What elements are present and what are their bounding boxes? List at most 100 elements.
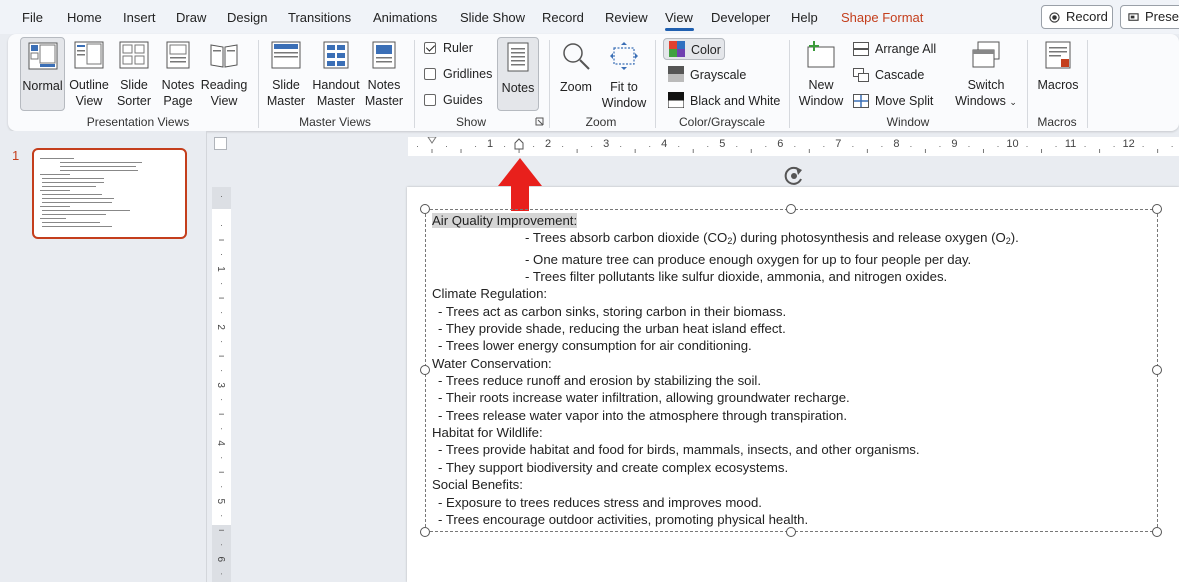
bullet-line: - Trees reduce runoff and erosion by sta… xyxy=(438,373,762,389)
tab-selector[interactable] xyxy=(214,137,227,150)
ruler-number: 4 xyxy=(661,138,667,150)
menu-bar: File Home Insert Draw Design Transitions… xyxy=(0,0,1179,34)
bullet-line: - Trees absorb carbon dioxide (CO2) duri… xyxy=(525,230,1019,247)
horizontal-ruler[interactable]: 1 2 3 4 5 6 7 8 9 10 11 12 xyxy=(408,137,1179,156)
new-window-button[interactable]: New Window xyxy=(797,41,845,109)
menu-view[interactable]: View xyxy=(665,10,693,25)
resize-handle-bottom-right[interactable] xyxy=(1152,527,1162,537)
resize-handle-bottom[interactable] xyxy=(786,527,796,537)
black-and-white-button[interactable]: Black and White xyxy=(668,90,780,112)
menu-slide-show[interactable]: Slide Show xyxy=(460,10,525,25)
presentation-views-group-label: Presentation Views xyxy=(86,115,190,129)
black-white-icon xyxy=(668,92,684,108)
record-button-label: Record xyxy=(1066,9,1108,24)
switch-windows-icon xyxy=(972,41,1000,68)
rotate-handle-icon[interactable] xyxy=(782,164,806,188)
ruler-number: 8 xyxy=(893,138,899,150)
guides-checkbox[interactable]: Guides xyxy=(424,93,483,107)
color-label: Color xyxy=(691,43,721,57)
slide-title: Air Quality Improvement: xyxy=(432,213,578,228)
color-button[interactable]: Color xyxy=(663,38,725,60)
menu-developer[interactable]: Developer xyxy=(711,10,770,25)
macros-icon xyxy=(1045,41,1071,69)
normal-view-button[interactable]: Normal xyxy=(20,37,65,111)
ruler-number: 10 xyxy=(1006,138,1018,150)
menu-animations[interactable]: Animations xyxy=(373,10,437,25)
arrange-all-button[interactable]: Arrange All xyxy=(853,38,936,60)
handout-master-button[interactable]: Handout Master xyxy=(310,41,362,109)
grayscale-button[interactable]: Grayscale xyxy=(668,64,746,86)
handout-master-icon xyxy=(323,41,349,69)
menu-help[interactable]: Help xyxy=(791,10,818,25)
zoom-magnifier-icon xyxy=(563,43,590,70)
fit-to-window-button[interactable]: Fit to Window xyxy=(599,41,649,111)
vertical-ruler[interactable]: 1 2 3 4 5 6 xyxy=(212,187,231,582)
record-button[interactable]: Record xyxy=(1041,5,1113,29)
resize-handle-top-right[interactable] xyxy=(1152,204,1162,214)
bullet-line: - Trees lower energy consumption for air… xyxy=(438,338,752,354)
menu-design[interactable]: Design xyxy=(227,10,267,25)
handout-master-label: Handout Master xyxy=(312,78,360,108)
macros-button[interactable]: Macros xyxy=(1035,41,1081,93)
notes-master-button[interactable]: Notes Master xyxy=(364,41,404,109)
cascade-button[interactable]: Cascade xyxy=(853,64,924,86)
bullet-line: - Their roots increase water infiltratio… xyxy=(438,390,850,406)
ruler-number: 2 xyxy=(215,324,226,330)
menu-draw[interactable]: Draw xyxy=(176,10,206,25)
bullet-line: - Trees release water vapor into the atm… xyxy=(438,407,848,423)
title-line: Air Quality Improvement: xyxy=(432,212,1152,229)
notes-toggle-button[interactable]: Notes xyxy=(497,37,539,111)
separator xyxy=(789,40,790,128)
menu-home[interactable]: Home xyxy=(67,10,102,25)
arrange-all-label: Arrange All xyxy=(875,42,937,56)
ruler-number: 7 xyxy=(835,138,841,150)
ruler-number: 5 xyxy=(215,498,226,504)
bullet-line: - They provide shade, reducing the urban… xyxy=(438,321,786,337)
zoom-button[interactable]: Zoom xyxy=(557,41,595,95)
bullet-line: - They support biodiversity and create c… xyxy=(438,459,789,475)
move-split-button[interactable]: Move Split xyxy=(853,90,933,112)
slide-thumbnail[interactable] xyxy=(32,148,187,239)
menu-review[interactable]: Review xyxy=(605,10,648,25)
outline-view-button[interactable]: Outline View xyxy=(68,41,110,109)
resize-handle-top-left[interactable] xyxy=(420,204,430,214)
ribbon: Normal Outline View Slide Sorter Notes Page… xyxy=(8,34,1179,131)
switch-windows-button[interactable]: Switch Windows ⌄ xyxy=(953,41,1019,110)
chevron-down-icon: ⌄ xyxy=(1009,97,1017,107)
reading-view-button[interactable]: Reading View xyxy=(200,41,248,109)
slide-sorter-button[interactable]: Slide Sorter xyxy=(114,41,154,109)
slide-master-button[interactable]: Slide Master xyxy=(266,41,306,109)
notes-page-button[interactable]: Notes Page xyxy=(158,41,198,109)
grayscale-icon xyxy=(668,66,684,82)
ruler-number: 2 xyxy=(545,138,551,150)
section-heading: Climate Regulation: xyxy=(432,286,548,302)
slide-master-icon xyxy=(271,41,301,69)
present-button-label: Presen xyxy=(1145,9,1179,24)
ruler-number: 9 xyxy=(951,138,957,150)
resize-handle-right[interactable] xyxy=(1152,365,1162,375)
show-dialog-launcher-icon[interactable] xyxy=(535,117,544,126)
menu-insert[interactable]: Insert xyxy=(123,10,156,25)
outline-view-icon xyxy=(74,41,104,69)
move-split-icon xyxy=(853,94,869,108)
present-button[interactable]: Presen xyxy=(1120,5,1179,29)
gridlines-checkbox[interactable]: Gridlines xyxy=(424,67,492,81)
menu-shape-format[interactable]: Shape Format xyxy=(841,10,923,25)
separator xyxy=(258,40,259,128)
cascade-icon xyxy=(853,68,869,82)
menu-record[interactable]: Record xyxy=(542,10,584,25)
resize-handle-bottom-left[interactable] xyxy=(420,527,430,537)
bullet-line: - Trees act as carbon sinks, storing car… xyxy=(438,303,787,319)
text-box-content[interactable]: Air Quality Improvement: - Trees absorb … xyxy=(432,212,1152,528)
notes-master-label: Notes Master xyxy=(364,78,404,108)
slide-sorter-label: Slide Sorter xyxy=(116,78,152,108)
menu-file[interactable]: File xyxy=(22,10,43,25)
menu-transitions[interactable]: Transitions xyxy=(288,10,351,25)
bullet-line: - Trees provide habitat and food for bir… xyxy=(438,442,920,458)
ruler-number: 1 xyxy=(215,266,226,272)
resize-handle-left[interactable] xyxy=(420,365,430,375)
section-heading: Social Benefits: xyxy=(432,477,523,493)
color-swatch-icon xyxy=(669,41,685,57)
separator xyxy=(655,40,656,128)
ruler-checkbox[interactable]: Ruler xyxy=(424,41,473,55)
